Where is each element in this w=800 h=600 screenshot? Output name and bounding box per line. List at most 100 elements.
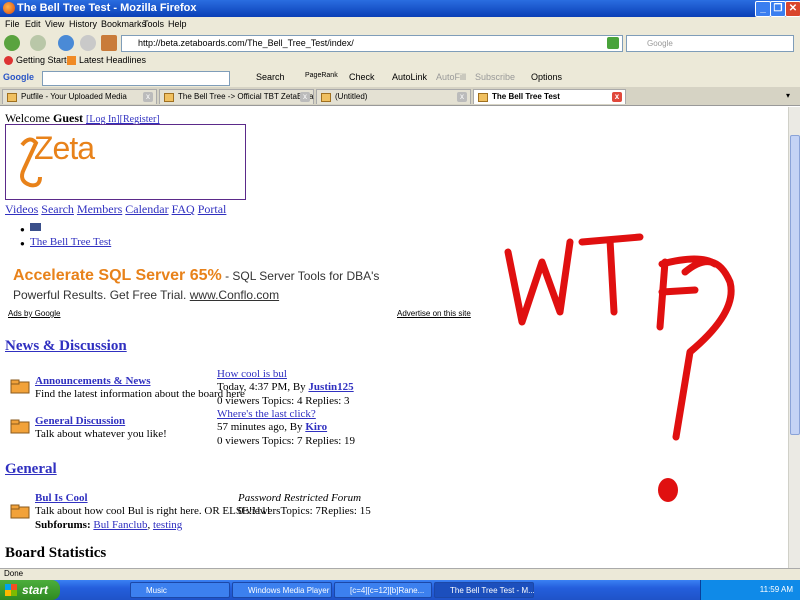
taskbar: start Music Windows Media Player [c=4][c… bbox=[0, 580, 800, 600]
taskbar-music[interactable]: Music bbox=[130, 582, 230, 598]
subforum-link[interactable]: Bul Fanclub bbox=[93, 519, 147, 531]
taskbar-windows-media-player[interactable]: Windows Media Player bbox=[232, 582, 332, 598]
advertise-link[interactable]: Advertise on this site bbox=[397, 309, 471, 318]
ad-link[interactable]: www.Conflo.com bbox=[190, 288, 279, 302]
nav-members[interactable]: Members bbox=[77, 202, 122, 216]
clock[interactable]: 11:59 AM bbox=[760, 585, 793, 594]
subforums-label: Subforums: bbox=[35, 519, 91, 531]
tab-untitled[interactable]: (Untitled) x bbox=[316, 89, 471, 104]
forum-description: Talk about whatever you like! bbox=[35, 428, 167, 440]
nav-calendar[interactable]: Calendar bbox=[125, 202, 168, 216]
menu-help[interactable]: Help bbox=[168, 19, 187, 29]
autofill-button[interactable]: AutoFill bbox=[436, 72, 466, 82]
last-post-time: 57 minutes ago, By bbox=[217, 421, 303, 433]
tab-close-icon[interactable]: x bbox=[457, 92, 467, 102]
tab-favicon bbox=[164, 93, 174, 102]
forum-folder-icon bbox=[10, 379, 30, 394]
google-toolbar: Google Search PageRank Check AutoLink Au… bbox=[0, 69, 800, 87]
tab-close-icon[interactable]: x bbox=[612, 92, 622, 102]
nav-faq[interactable]: FAQ bbox=[172, 202, 195, 216]
autolink-button[interactable]: AutoLink bbox=[392, 72, 427, 82]
start-button[interactable]: start bbox=[0, 580, 60, 600]
forward-arrow-icon[interactable] bbox=[30, 35, 46, 51]
subforum-link[interactable]: testing bbox=[153, 519, 182, 531]
menu-history[interactable]: History bbox=[69, 19, 97, 29]
tab-favicon bbox=[478, 93, 488, 102]
tab-bell-tree-test[interactable]: The Bell Tree Test x bbox=[473, 89, 626, 104]
google-logo[interactable]: Google bbox=[3, 72, 34, 82]
last-topic-link[interactable]: How cool is bul bbox=[217, 368, 287, 380]
reload-icon[interactable] bbox=[58, 35, 74, 51]
last-post-info: 57 minutes ago, By Kiro bbox=[217, 421, 327, 433]
last-topic-link[interactable]: Where's the last click? bbox=[217, 408, 316, 420]
menu-bookmarks[interactable]: Bookmarks bbox=[101, 19, 146, 29]
forum-description: Find the latest information about the bo… bbox=[35, 388, 245, 400]
restricted-notice: Password Restricted Forum bbox=[238, 492, 362, 504]
window-title-bar[interactable]: The Bell Tree Test - Mozilla Firefox _ ❐… bbox=[0, 0, 800, 17]
breadcrumb-bullet: ● bbox=[20, 225, 25, 234]
tab-close-icon[interactable]: x bbox=[300, 92, 310, 102]
ads-by-google-link[interactable]: Ads by Google bbox=[8, 309, 60, 318]
bookmark-latest-headlines[interactable]: Latest Headlines bbox=[79, 55, 146, 65]
last-post-user[interactable]: Kiro bbox=[305, 421, 327, 433]
ad-block[interactable]: Accelerate SQL Server 65% - SQL Server T… bbox=[13, 267, 379, 285]
windows-logo-icon bbox=[5, 584, 17, 596]
tab-bell-tree-official[interactable]: The Bell Tree -> Official TBT ZetaBeta x bbox=[159, 89, 314, 104]
logo-text: Zeta bbox=[34, 130, 95, 166]
status-text: Done bbox=[4, 569, 24, 578]
forum-name[interactable]: General Discussion bbox=[35, 415, 125, 427]
taskbar-rane-window[interactable]: [c=4][c=12][b]Rane... bbox=[334, 582, 432, 598]
stop-icon[interactable] bbox=[80, 35, 96, 51]
last-post-info: Today, 4:37 PM, By Justin125 bbox=[217, 381, 354, 393]
options-button[interactable]: Options bbox=[531, 72, 562, 82]
check-button[interactable]: Check bbox=[349, 72, 375, 82]
go-icon[interactable] bbox=[607, 37, 619, 49]
subscribe-button[interactable]: Subscribe bbox=[475, 72, 515, 82]
google-search-input[interactable] bbox=[42, 71, 230, 86]
breadcrumb[interactable]: The Bell Tree Test bbox=[30, 236, 111, 248]
back-arrow-icon[interactable] bbox=[4, 35, 20, 51]
maximize-button[interactable]: ❐ bbox=[770, 1, 786, 17]
menu-file[interactable]: File bbox=[5, 19, 20, 29]
menu-tools[interactable]: Tools bbox=[143, 19, 164, 29]
folder-icon[interactable] bbox=[30, 223, 41, 231]
taskbar-firefox-window[interactable]: The Bell Tree Test - M... bbox=[434, 582, 535, 598]
nav-search[interactable]: Search bbox=[41, 202, 74, 216]
menu-edit[interactable]: Edit bbox=[25, 19, 41, 29]
status-bar: Done bbox=[0, 568, 800, 580]
tab-list-chevron-icon[interactable]: ▾ bbox=[786, 91, 790, 100]
start-label: start bbox=[22, 583, 49, 597]
forum-folder-icon bbox=[10, 419, 30, 434]
tab-putfile[interactable]: Putfile - Your Uploaded Media x bbox=[2, 89, 157, 104]
vertical-scrollbar[interactable] bbox=[788, 107, 800, 568]
google-search-button[interactable]: Search bbox=[256, 72, 285, 82]
nav-portal[interactable]: Portal bbox=[198, 202, 227, 216]
home-icon[interactable] bbox=[101, 35, 117, 51]
category-title[interactable]: General bbox=[5, 461, 57, 478]
forum-name[interactable]: Bul Is Cool bbox=[35, 492, 88, 504]
scrollbar-thumb[interactable] bbox=[790, 135, 800, 435]
last-post-user[interactable]: Justin125 bbox=[308, 381, 353, 393]
ad-headline[interactable]: Accelerate SQL Server 65% bbox=[13, 267, 222, 284]
tab-label: The Bell Tree Test bbox=[492, 92, 560, 101]
tab-label: (Untitled) bbox=[335, 92, 368, 101]
taskbar-label: Windows Media Player bbox=[248, 586, 330, 595]
close-button[interactable]: ✕ bbox=[785, 1, 800, 17]
nav-links: Videos Search Members Calendar FAQ Porta… bbox=[5, 202, 226, 217]
rss-icon bbox=[67, 56, 76, 65]
welcome-user: Guest bbox=[53, 111, 84, 125]
taskbar-label: Music bbox=[146, 586, 167, 595]
board-logo[interactable]: Zeta bbox=[5, 124, 246, 200]
pagerank-button[interactable]: PageRank bbox=[305, 72, 338, 79]
menu-view[interactable]: View bbox=[45, 19, 64, 29]
forum-name[interactable]: Announcements & News bbox=[35, 375, 151, 387]
url-bar[interactable]: http://beta.zetaboards.com/The_Bell_Tree… bbox=[121, 35, 623, 52]
minimize-button[interactable]: _ bbox=[755, 1, 771, 17]
category-title[interactable]: News & Discussion bbox=[5, 338, 127, 355]
forum-description: Talk about how cool Bul is right here. O… bbox=[35, 505, 271, 517]
bookmarks-toolbar: Getting Started Latest Headlines bbox=[0, 53, 800, 69]
search-input[interactable]: Google bbox=[626, 35, 794, 52]
tab-label: The Bell Tree -> Official TBT ZetaBeta bbox=[178, 92, 314, 101]
tab-close-icon[interactable]: x bbox=[143, 92, 153, 102]
nav-videos[interactable]: Videos bbox=[5, 202, 38, 216]
